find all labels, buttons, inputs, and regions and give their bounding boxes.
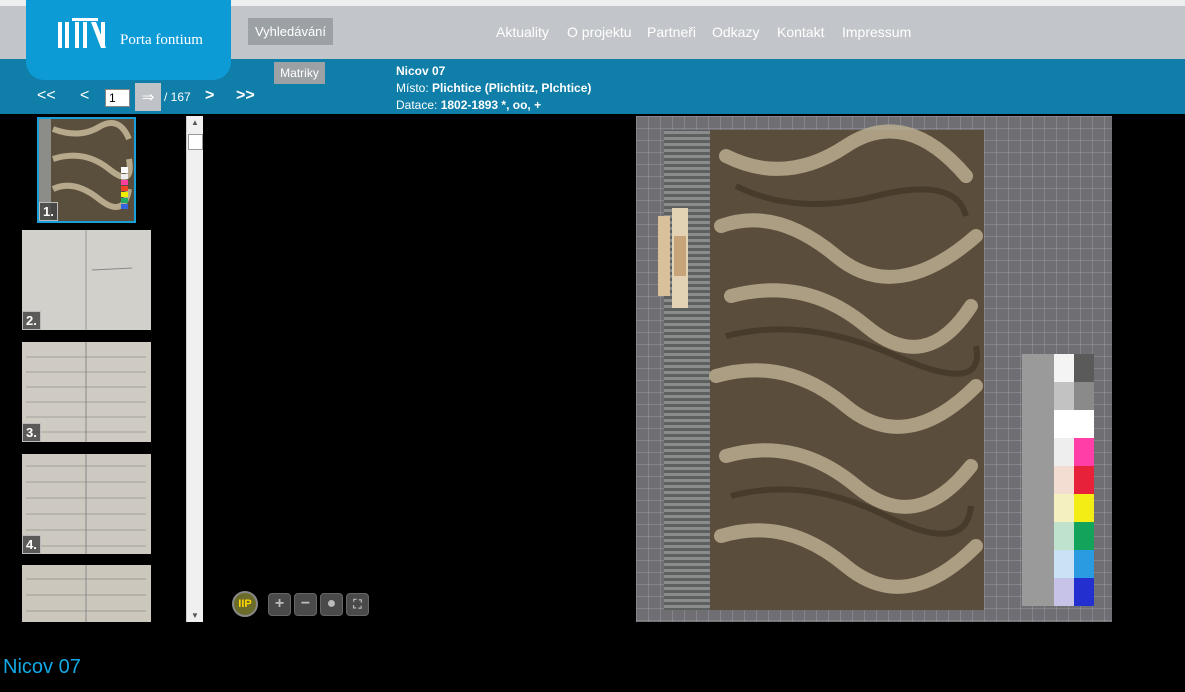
- date-label: Datace:: [396, 98, 441, 112]
- scroll-down-icon[interactable]: ▼: [187, 611, 203, 620]
- page-number-input[interactable]: [105, 89, 130, 107]
- thumbnail-list[interactable]: 1. 2. 3. 4. ▲ ▼: [0, 114, 205, 622]
- nav-kontakt[interactable]: Kontakt: [777, 24, 824, 40]
- last-page-button[interactable]: >>: [236, 87, 255, 105]
- page-thumbnail-image: [22, 342, 151, 442]
- image-viewer[interactable]: IIP + − ● ⛶: [205, 114, 1185, 622]
- thumbnail-number: 1.: [39, 202, 58, 221]
- nav-impressum[interactable]: Impressum: [842, 24, 911, 40]
- zoom-out-icon[interactable]: −: [294, 592, 317, 616]
- place-label: Místo:: [396, 81, 433, 95]
- thumbnail-number: 4.: [22, 535, 41, 554]
- go-to-page-button[interactable]: ⇒: [135, 83, 161, 111]
- matriky-button[interactable]: Matriky: [274, 62, 325, 84]
- nav-aktuality[interactable]: Aktuality: [496, 24, 549, 40]
- thumbnail-number: 3.: [22, 423, 41, 442]
- page-thumbnail-image: [22, 565, 151, 622]
- logo-text: Porta fontium: [120, 32, 203, 48]
- thumbnail-3[interactable]: 3.: [22, 342, 151, 442]
- scrollbar-thumb[interactable]: [188, 134, 203, 150]
- page-total: / 167: [164, 90, 191, 104]
- zoom-controls: IIP + − ● ⛶: [232, 591, 369, 617]
- zoom-in-icon[interactable]: +: [268, 592, 291, 616]
- books-logo-icon: [58, 18, 106, 48]
- logo[interactable]: Porta fontium: [26, 0, 231, 80]
- book-cover-scan: [636, 116, 1112, 622]
- document-title: Nicov 07: [396, 64, 446, 78]
- pager: << < ⇒ / 167 > >>: [0, 83, 300, 111]
- thumbnail-2[interactable]: 2.: [22, 230, 151, 330]
- prev-page-button[interactable]: <: [80, 87, 89, 105]
- page-thumbnail-image: [22, 454, 151, 554]
- reset-view-icon[interactable]: ●: [320, 592, 343, 616]
- nav-odkazy[interactable]: Odkazy: [712, 24, 759, 40]
- place-value: Plichtice (Plichtitz, Plchtice): [432, 81, 592, 95]
- thumbnail-scrollbar[interactable]: ▲ ▼: [186, 116, 203, 622]
- thumbnail-4[interactable]: 4.: [22, 454, 151, 554]
- nav-partneri[interactable]: Partneři: [647, 24, 696, 40]
- next-page-button[interactable]: >: [205, 87, 214, 105]
- fullscreen-icon[interactable]: ⛶: [346, 592, 369, 616]
- nav-o-projektu[interactable]: O projektu: [567, 24, 632, 40]
- thumbnail-number: 2.: [22, 311, 41, 330]
- thumbnail-1[interactable]: 1.: [37, 117, 136, 223]
- scroll-up-icon[interactable]: ▲: [187, 118, 203, 127]
- page-thumbnail-image: [22, 230, 151, 330]
- document-info: Nicov 07 Místo: Plichtice (Plichtitz, Pl…: [396, 63, 591, 114]
- search-button[interactable]: Vyhledávání: [248, 18, 333, 45]
- iip-logo: IIP: [232, 591, 258, 617]
- thumbnail-5[interactable]: [22, 565, 151, 622]
- page-title: Nicov 07: [3, 656, 81, 678]
- first-page-button[interactable]: <<: [37, 87, 56, 105]
- date-value: 1802-1893 *, oo, +: [440, 98, 542, 112]
